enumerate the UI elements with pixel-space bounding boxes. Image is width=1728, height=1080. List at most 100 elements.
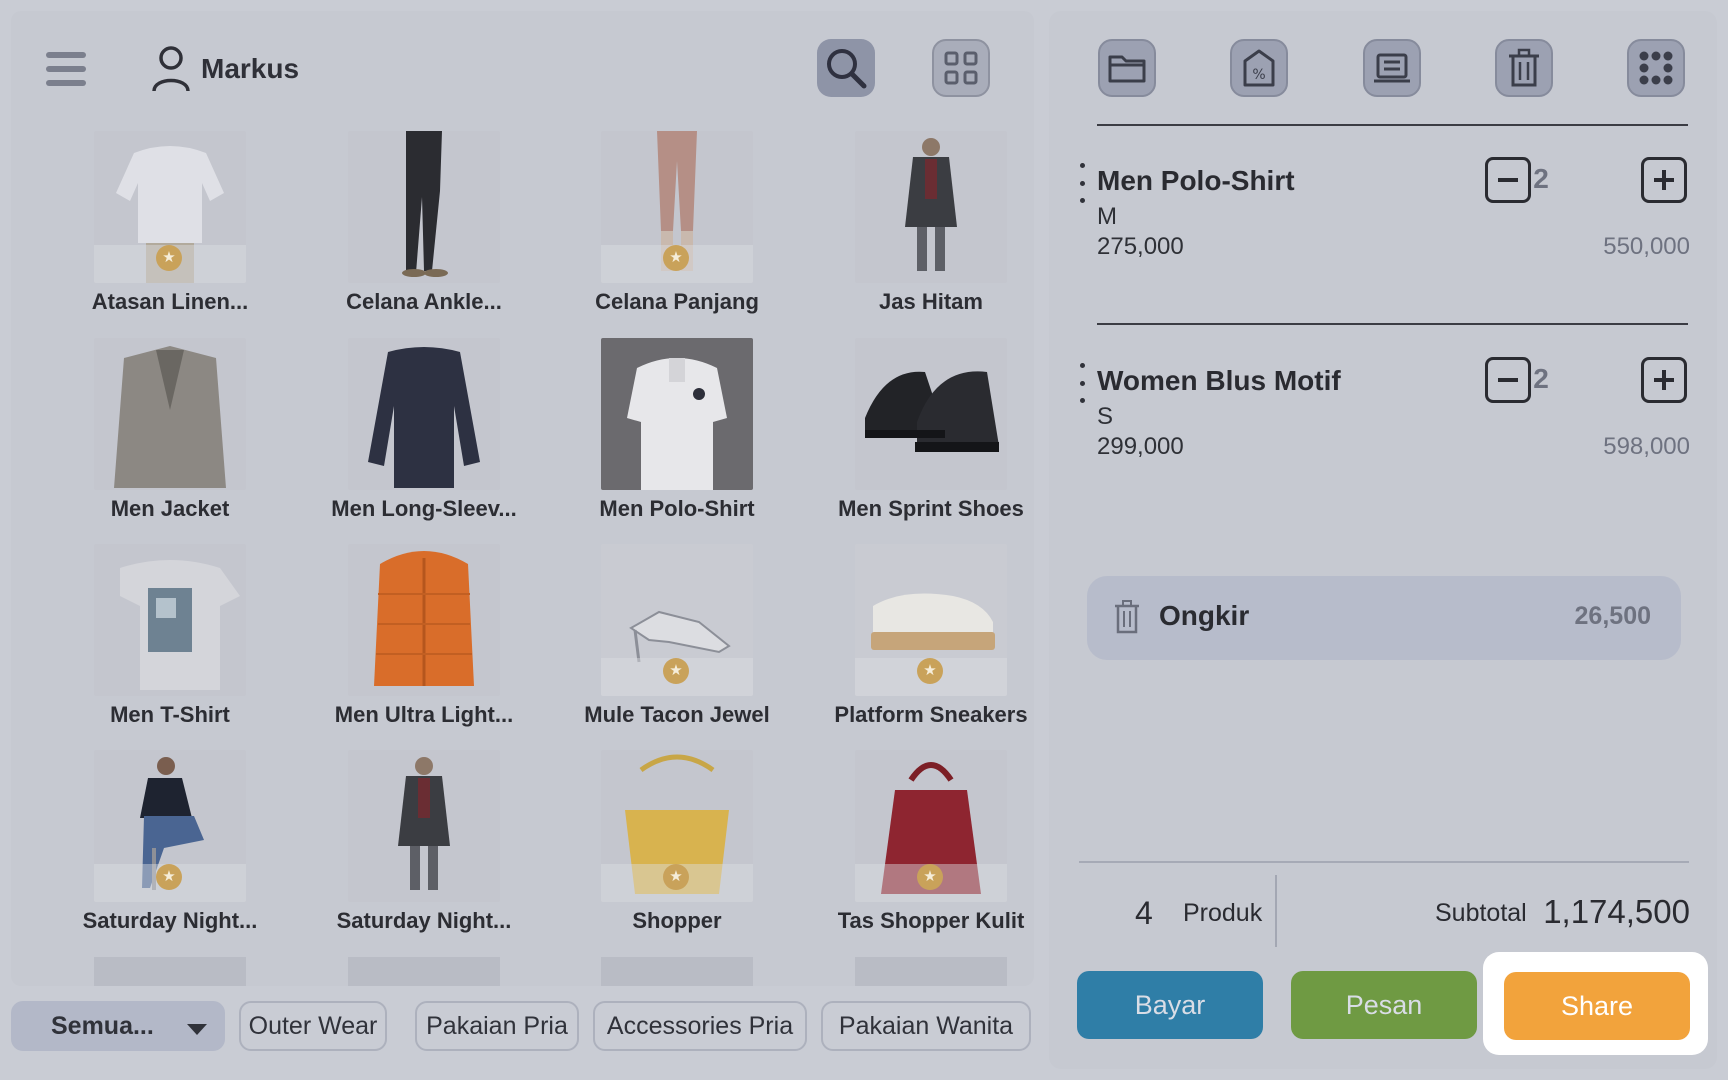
star-icon: ★ <box>917 658 943 684</box>
product-image: ★ <box>601 131 753 283</box>
star-icon: ★ <box>663 245 689 271</box>
drag-handle-icon[interactable] <box>1076 363 1088 403</box>
drag-handle-icon[interactable] <box>1076 163 1088 203</box>
product-card[interactable]: ★ Celana Panjang <box>554 131 774 321</box>
product-grid: ★ Atasan Linen... Celana Ankle... ★ Celana P… <box>11 11 1034 986</box>
product-image <box>94 338 246 490</box>
product-name: Men Jacket <box>110 496 230 521</box>
category-chip[interactable]: Pakaian Wanita <box>821 1001 1031 1051</box>
product-name: Men Polo-Shirt <box>599 496 755 521</box>
product-name: Men Long-Sleev... <box>331 496 517 521</box>
cart-summary: 4 Produk Subtotal 1,174,500 <box>1049 875 1717 955</box>
trash-icon[interactable] <box>1113 600 1141 634</box>
subtotal-label: Subtotal <box>1435 899 1527 927</box>
product-image <box>94 544 246 696</box>
divider <box>1097 124 1688 126</box>
cart-item-total: 598,000 <box>1603 433 1690 460</box>
product-card[interactable]: Men Jacket <box>47 338 267 528</box>
product-card[interactable]: Men T-Shirt <box>47 544 267 734</box>
pay-button[interactable]: Bayar <box>1077 971 1263 1039</box>
category-bar: Semua... Outer Wear Pakaian Pria Accesso… <box>11 996 1041 1056</box>
product-image: ★ <box>855 750 1007 902</box>
order-button[interactable]: Pesan <box>1291 971 1477 1039</box>
product-card[interactable]: Men Ultra Light... <box>301 544 521 734</box>
increase-qty-button[interactable] <box>1641 157 1687 203</box>
product-image: ★ <box>94 131 246 283</box>
product-card[interactable]: ★ Platform Sneakers <box>808 544 1028 734</box>
divider <box>1079 861 1689 863</box>
cart-item[interactable]: Men Polo-Shirt M 275,000 550,000 2 <box>1049 157 1717 303</box>
cart-item-total: 550,000 <box>1603 233 1690 260</box>
product-card[interactable]: Saturday Night... <box>301 750 521 940</box>
product-card[interactable]: ★ Saturday Night... <box>47 750 267 940</box>
product-image <box>348 750 500 902</box>
product-name: Men Ultra Light... <box>334 702 514 727</box>
receipt-icon[interactable] <box>1363 39 1421 97</box>
product-name: Shopper <box>632 908 722 933</box>
product-name: Jas Hitam <box>879 289 983 314</box>
product-image[interactable] <box>855 957 1007 986</box>
product-card[interactable]: ★ Mule Tacon Jewel <box>554 544 774 734</box>
star-icon: ★ <box>917 864 943 890</box>
cart-item-name: Women Blus Motif <box>1097 365 1341 396</box>
share-highlight: Share <box>1483 952 1708 1055</box>
product-name: Saturday Night... <box>82 908 258 933</box>
product-image <box>601 338 753 490</box>
product-card[interactable]: Jas Hitam <box>808 131 1028 321</box>
divider <box>1097 323 1688 325</box>
product-panel: Markus ★ Atasan Linen... Celana Ankle... ★ C… <box>11 11 1034 986</box>
product-card[interactable]: Men Sprint Shoes <box>808 338 1028 528</box>
cart-item-price: 275,000 <box>1097 233 1184 260</box>
product-image[interactable] <box>348 957 500 986</box>
product-card[interactable]: Men Long-Sleev... <box>301 338 521 528</box>
more-apps-icon[interactable] <box>1627 39 1685 97</box>
product-name: Atasan Linen... <box>91 289 249 314</box>
svg-text:%: % <box>1252 67 1265 83</box>
product-name: Celana Ankle... <box>346 289 502 314</box>
product-image: ★ <box>601 750 753 902</box>
share-button[interactable]: Share <box>1504 972 1690 1040</box>
product-name: Celana Panjang <box>595 289 759 314</box>
cart-item-price: 299,000 <box>1097 433 1184 460</box>
star-icon: ★ <box>663 658 689 684</box>
product-image: ★ <box>601 544 753 696</box>
product-name: Men T-Shirt <box>110 702 230 727</box>
shipping-row[interactable]: Ongkir 26,500 <box>1087 576 1681 660</box>
subtotal-value: 1,174,500 <box>1543 893 1690 930</box>
cart-item-variant: S <box>1097 403 1114 430</box>
folder-icon[interactable] <box>1098 39 1156 97</box>
item-count: 4 <box>1135 895 1153 931</box>
cart-item-qty: 2 <box>1533 363 1549 394</box>
product-card[interactable]: ★ Shopper <box>554 750 774 940</box>
product-image <box>348 544 500 696</box>
product-image[interactable] <box>94 957 246 986</box>
shipping-label: Ongkir <box>1159 600 1250 631</box>
product-image[interactable] <box>601 957 753 986</box>
trash-icon[interactable] <box>1495 39 1553 97</box>
item-count-label: Produk <box>1183 899 1263 927</box>
category-chip[interactable]: Outer Wear <box>239 1001 387 1051</box>
category-chip[interactable]: Accessories Pria <box>593 1001 807 1051</box>
chevron-down-icon <box>187 1024 207 1035</box>
product-name: Mule Tacon Jewel <box>584 702 770 727</box>
discount-tag-icon[interactable]: % <box>1230 39 1288 97</box>
product-image: ★ <box>855 544 1007 696</box>
star-icon: ★ <box>663 864 689 890</box>
product-name: Platform Sneakers <box>834 702 1028 727</box>
cart-item[interactable]: Women Blus Motif S 299,000 598,000 2 <box>1049 357 1717 503</box>
product-name: Tas Shopper Kulit <box>837 908 1025 933</box>
category-chip[interactable]: Pakaian Pria <box>415 1001 579 1051</box>
product-image <box>348 131 500 283</box>
product-name: Men Sprint Shoes <box>838 496 1024 521</box>
product-card[interactable]: ★ Tas Shopper Kulit <box>808 750 1028 940</box>
product-card[interactable]: Celana Ankle... <box>301 131 521 321</box>
product-image <box>348 338 500 490</box>
category-dropdown[interactable]: Semua... <box>11 1001 225 1051</box>
product-name: Saturday Night... <box>336 908 512 933</box>
cart-panel: % Men Polo-Shirt M 275,000 550,000 2 Wom… <box>1049 11 1717 1069</box>
product-card[interactable]: ★ Atasan Linen... <box>47 131 267 321</box>
star-icon: ★ <box>156 864 182 890</box>
increase-qty-button[interactable] <box>1641 357 1687 403</box>
product-image <box>855 338 1007 490</box>
product-card[interactable]: Men Polo-Shirt <box>554 338 774 528</box>
